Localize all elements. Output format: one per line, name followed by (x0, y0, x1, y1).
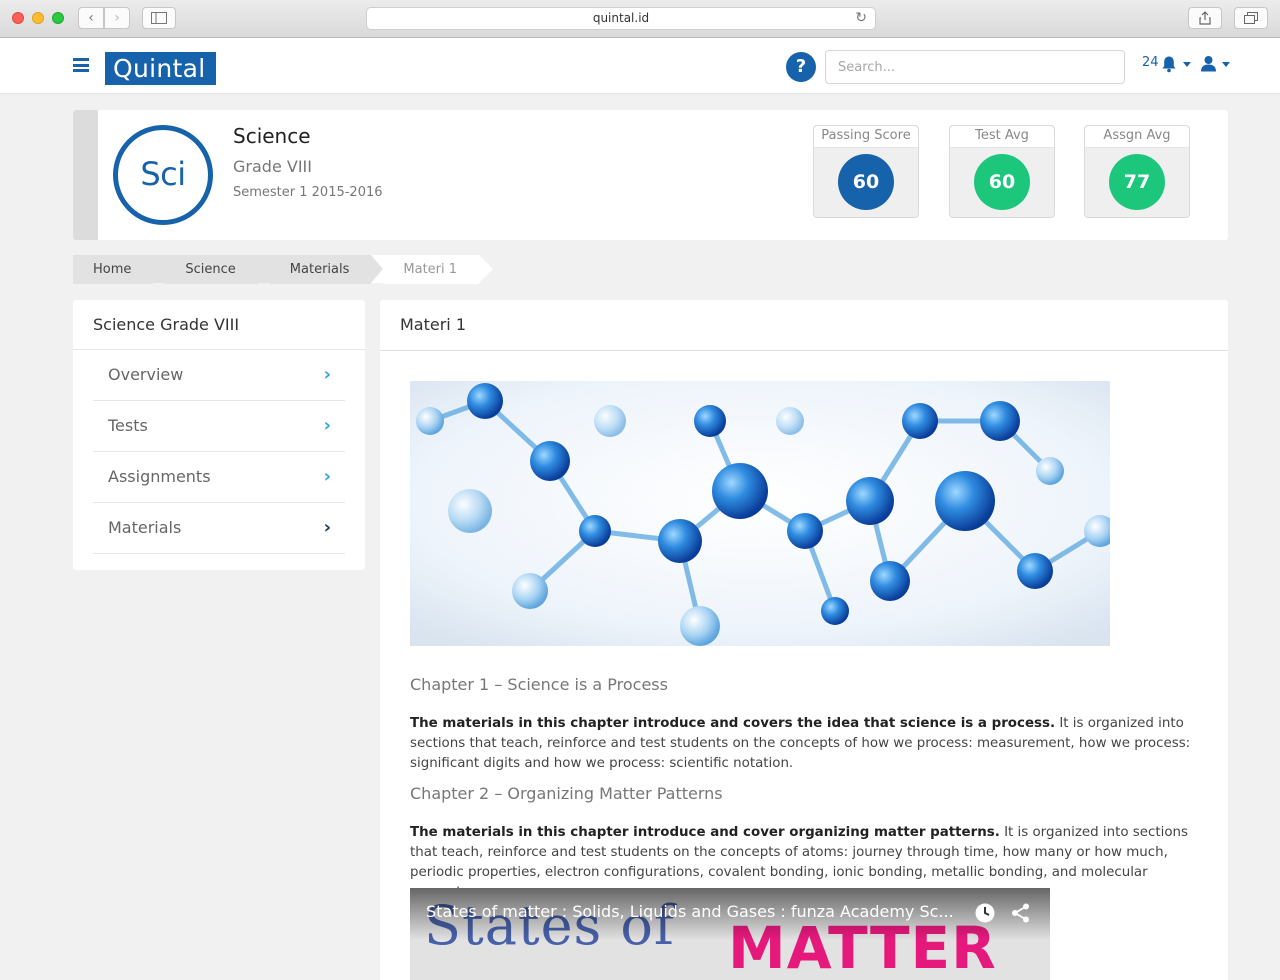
tabs-icon (1244, 12, 1258, 24)
course-card: Sci Science Grade VIII Semester 1 2015-2… (73, 110, 1228, 240)
sidebar-item-label: Assignments (108, 467, 211, 486)
stat-test-avg: Test Avg 60 (949, 125, 1055, 218)
course-title: Science (233, 124, 311, 148)
address-bar[interactable]: quintal.id ↻ (366, 7, 876, 30)
card-stripe (73, 110, 98, 240)
app-header: Quintal ? 24 (0, 38, 1280, 94)
sidebar-item-materials[interactable]: Materials › (93, 503, 345, 554)
subject-badge: Sci (113, 125, 213, 225)
breadcrumb-current: Materi 1 (371, 255, 493, 284)
chevron-right-icon: › (323, 517, 331, 538)
user-menu-button[interactable] (1200, 55, 1230, 72)
stat-value: 60 (838, 154, 894, 210)
chevron-left-icon: ‹ (88, 10, 94, 26)
stat-label: Passing Score (814, 126, 918, 148)
chapter-heading: Chapter 1 – Science is a Process (410, 675, 668, 694)
sidebar-toggle-button[interactable] (142, 7, 176, 29)
sidebar-item-tests[interactable]: Tests › (93, 401, 345, 452)
chapter-description: The materials in this chapter introduce … (410, 714, 1200, 774)
breadcrumb: Home Science Materials Materi 1 (73, 255, 493, 284)
logo[interactable]: Quintal (105, 52, 216, 85)
sidebar-title: Science Grade VIII (73, 300, 365, 350)
chevron-right-icon: › (323, 466, 331, 487)
chevron-down-icon (1182, 62, 1191, 67)
user-icon (1201, 56, 1216, 72)
url-text: quintal.id (592, 11, 650, 25)
sidebar-icon (151, 12, 167, 24)
chapter-heading: Chapter 2 – Organizing Matter Patterns (410, 784, 723, 803)
back-button[interactable]: ‹ (78, 7, 104, 29)
sidebar-item-label: Materials (108, 518, 182, 537)
bell-icon (1162, 56, 1176, 73)
breadcrumb-science[interactable]: Science (153, 255, 273, 284)
chevron-right-icon: › (114, 10, 120, 26)
chevron-down-icon (1222, 62, 1230, 67)
menu-icon[interactable] (73, 58, 89, 72)
breadcrumb-home[interactable]: Home (73, 255, 168, 284)
browser-toolbar: ‹ › quintal.id ↻ (0, 0, 1280, 38)
tabs-overview-button[interactable] (1234, 7, 1268, 29)
video-title[interactable]: States of matter : Solids, Liquids and G… (426, 902, 954, 921)
help-button[interactable]: ? (786, 52, 816, 82)
share-icon (1199, 11, 1211, 25)
stat-value: 60 (974, 154, 1030, 210)
stat-assgn-avg: Assgn Avg 77 (1084, 125, 1190, 218)
share-button[interactable] (1188, 7, 1222, 29)
forward-button[interactable]: › (104, 7, 130, 29)
course-grade: Grade VIII (233, 157, 312, 176)
search-input[interactable] (825, 50, 1125, 84)
breadcrumb-materials[interactable]: Materials (257, 255, 385, 284)
zoom-window-button[interactable] (52, 12, 64, 24)
minimize-window-button[interactable] (32, 12, 44, 24)
chapter-lead: The materials in this chapter introduce … (410, 716, 1056, 731)
close-window-button[interactable] (12, 12, 24, 24)
chapter-lead: The materials in this chapter introduce … (410, 825, 1000, 840)
reload-icon[interactable]: ↻ (855, 8, 867, 29)
share-icon[interactable] (1010, 902, 1032, 924)
material-title: Materi 1 (380, 300, 1228, 351)
sidebar-item-label: Overview (108, 365, 184, 384)
stat-label: Assgn Avg (1085, 126, 1189, 148)
sidebar-item-label: Tests (108, 416, 148, 435)
sidebar-item-overview[interactable]: Overview › (93, 350, 345, 401)
chevron-right-icon: › (323, 415, 331, 436)
sidebar-item-assignments[interactable]: Assignments › (93, 452, 345, 503)
course-semester: Semester 1 2015-2016 (233, 185, 383, 200)
notification-count: 24 (1142, 55, 1159, 70)
stat-value: 77 (1109, 154, 1165, 210)
material-panel: Materi 1 Chapter 1 – Science is a Proces… (380, 300, 1228, 980)
course-sidebar: Science Grade VIII Overview › Tests › As… (73, 300, 365, 570)
molecule-illustration (410, 381, 1110, 646)
watch-later-icon[interactable] (974, 902, 996, 924)
notifications-button[interactable]: 24 (1142, 55, 1191, 73)
chevron-right-icon: › (323, 364, 331, 385)
video-player[interactable]: States of MATTER States of matter : Soli… (410, 888, 1050, 980)
stat-passing-score: Passing Score 60 (813, 125, 919, 218)
stat-label: Test Avg (950, 126, 1054, 148)
